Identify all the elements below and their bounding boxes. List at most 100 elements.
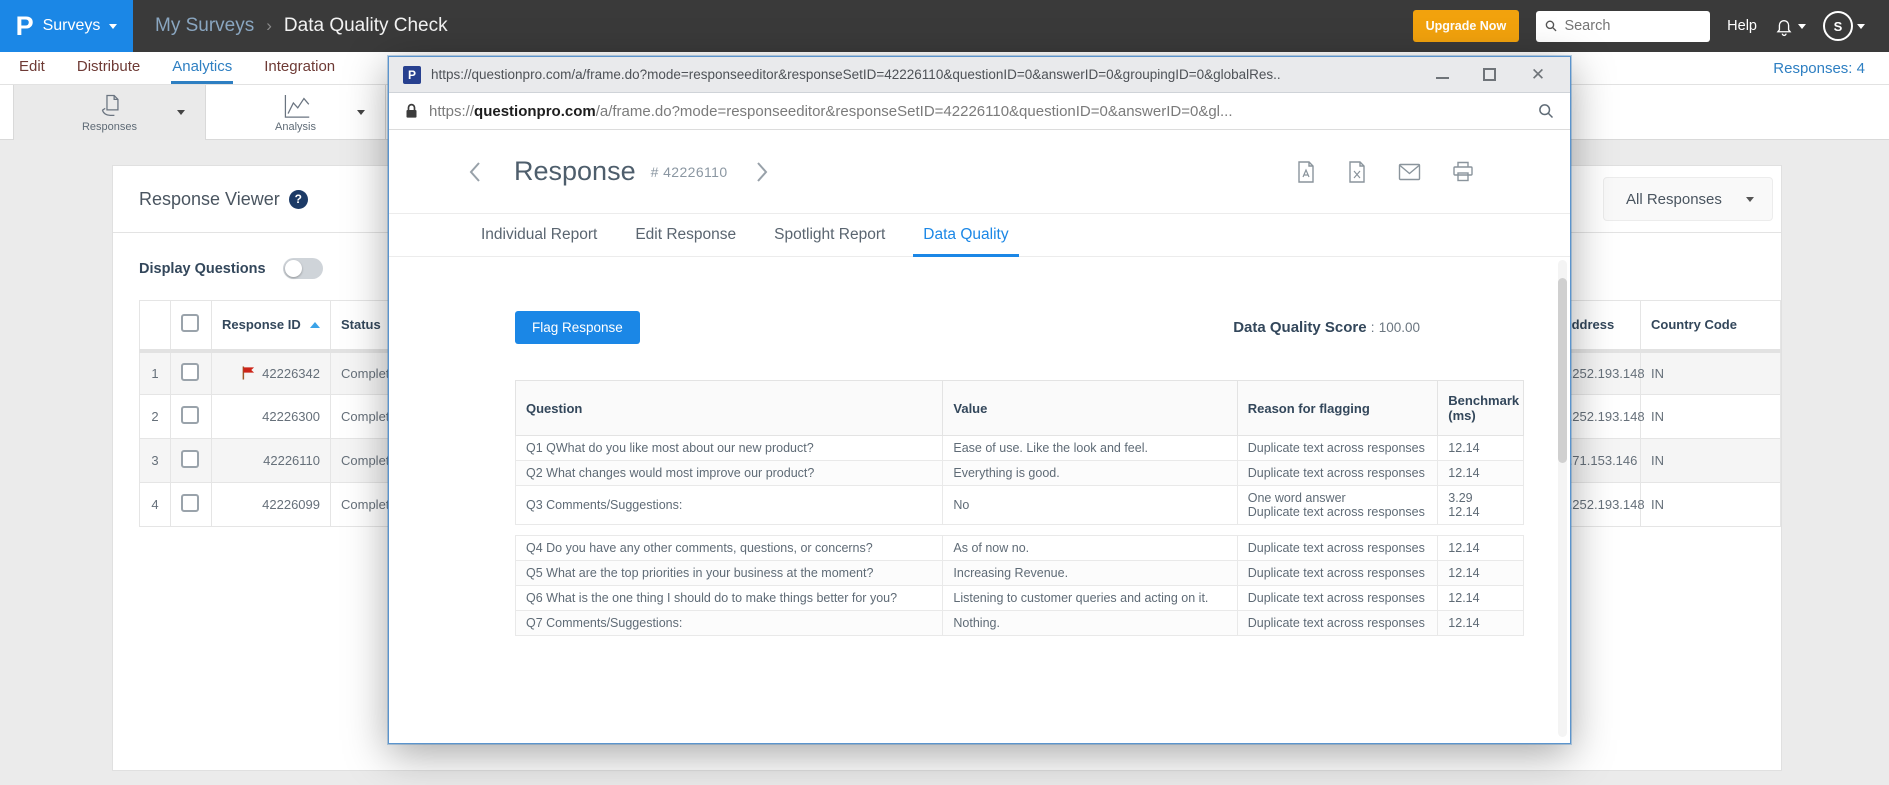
response-id-link[interactable]: 42226099 (212, 483, 331, 527)
display-questions-toggle[interactable] (283, 258, 323, 279)
response-id-link[interactable]: 42226110 (212, 439, 331, 483)
tab-data-quality[interactable]: Data Quality (923, 214, 1008, 256)
quality-row: Q7 Comments/Suggestions:Nothing.Duplicat… (516, 611, 1524, 636)
value-cell: Ease of use. Like the look and feel. (943, 436, 1237, 461)
search-input[interactable] (1564, 18, 1701, 34)
lock-icon (405, 103, 418, 119)
toolbar-item-responses[interactable]: Responses (13, 85, 206, 140)
quality-row: Q4 Do you have any other comments, quest… (516, 536, 1524, 561)
product-label: Surveys (43, 17, 101, 35)
all-responses-dropdown[interactable]: All Responses (1603, 177, 1773, 221)
reason-cell: Duplicate text across responses (1237, 586, 1438, 611)
upgrade-now-button[interactable]: Upgrade Now (1413, 10, 1520, 42)
popup-scrollbar-thumb[interactable] (1558, 278, 1567, 463)
row-number: 3 (140, 439, 171, 483)
sort-asc-icon (310, 322, 320, 328)
quality-row: Q1 QWhat do you like most about our new … (516, 436, 1524, 461)
help-icon[interactable]: ? (289, 190, 308, 209)
account-menu[interactable]: S (1823, 11, 1865, 41)
country-header[interactable]: Country Code (1641, 301, 1781, 351)
close-icon[interactable]: ✕ (1530, 67, 1546, 83)
quality-table-continued: Q4 Do you have any other comments, quest… (515, 535, 1524, 636)
country-cell: IN (1641, 351, 1781, 395)
row-checkbox[interactable] (181, 450, 199, 468)
flag-icon (241, 366, 256, 380)
tab-edit[interactable]: Edit (18, 52, 46, 84)
print-icon (1452, 161, 1474, 182)
country-cell: IN (1641, 483, 1781, 527)
row-number: 4 (140, 483, 171, 527)
address-bar[interactable]: https://questionpro.com/a/frame.do?mode=… (389, 93, 1570, 130)
top-bar: P Surveys My Surveys › Data Quality Chec… (0, 0, 1889, 52)
avatar: S (1823, 11, 1853, 41)
row-checkbox[interactable] (181, 406, 199, 424)
tab-individual-report[interactable]: Individual Report (481, 214, 597, 256)
benchmark-cell: 12.14 (1438, 611, 1524, 636)
question-cell: Q4 Do you have any other comments, quest… (516, 536, 943, 561)
response-id-header[interactable]: Response ID (212, 301, 331, 351)
export-pdf-button[interactable] (1296, 161, 1316, 183)
window-titlebar[interactable]: P https://questionpro.com/a/frame.do?mod… (389, 57, 1570, 93)
reason-cell: Duplicate text across responses (1237, 536, 1438, 561)
product-switcher[interactable]: P Surveys (0, 0, 133, 52)
tab-integration[interactable]: Integration (263, 52, 336, 84)
pdf-icon (1296, 161, 1316, 183)
question-cell: Q6 What is the one thing I should do to … (516, 586, 943, 611)
display-questions-label: Display Questions (139, 261, 266, 277)
popup-scrollbar-track[interactable] (1558, 260, 1567, 737)
row-checkbox[interactable] (181, 363, 199, 381)
checkbox-cell (171, 395, 212, 439)
help-link[interactable]: Help (1727, 18, 1757, 34)
toolbar-item-analysis[interactable]: Analysis (206, 85, 386, 140)
tab-distribute[interactable]: Distribute (76, 52, 141, 84)
chevron-down-icon[interactable] (177, 110, 185, 115)
benchmark-header: Benchmark (ms) (1438, 381, 1524, 436)
export-excel-button[interactable] (1347, 161, 1367, 183)
popup-body: Response # 42226110 (389, 130, 1570, 743)
previous-response-button[interactable] (469, 161, 481, 183)
responses-count: Responses: 4 (1773, 52, 1865, 85)
chevron-down-icon (1798, 24, 1806, 29)
email-button[interactable] (1398, 163, 1421, 181)
tab-edit-response[interactable]: Edit Response (635, 214, 736, 256)
reason-cell: Duplicate text across responses (1237, 561, 1438, 586)
breadcrumb-my-surveys[interactable]: My Surveys (155, 15, 254, 37)
select-all-checkbox[interactable] (181, 314, 199, 332)
tab-analytics[interactable]: Analytics (171, 52, 233, 84)
export-actions (1296, 161, 1474, 183)
quality-row: Q3 Comments/Suggestions:NoOne word answe… (516, 486, 1524, 525)
address-url: https://questionpro.com/a/frame.do?mode=… (429, 103, 1527, 120)
maximize-icon[interactable] (1483, 68, 1496, 81)
response-id-link[interactable]: 42226300 (212, 395, 331, 439)
response-popup-window: P https://questionpro.com/a/frame.do?mod… (388, 56, 1571, 744)
checkbox-cell (171, 351, 212, 395)
value-cell: Listening to customer queries and acting… (943, 586, 1237, 611)
quality-table-group-2: Q4 Do you have any other comments, quest… (516, 536, 1524, 636)
global-search[interactable] (1536, 11, 1710, 42)
toggle-knob (285, 260, 302, 277)
quality-row: Q2 What changes would most improve our p… (516, 461, 1524, 486)
country-cell: IN (1641, 439, 1781, 483)
tab-spotlight-report[interactable]: Spotlight Report (774, 214, 885, 256)
row-number: 2 (140, 395, 171, 439)
minimize-icon[interactable] (1436, 71, 1449, 79)
notifications-button[interactable] (1774, 16, 1806, 37)
print-button[interactable] (1452, 161, 1474, 182)
question-cell: Q1 QWhat do you like most about our new … (516, 436, 943, 461)
questionpro-favicon-icon: P (403, 66, 421, 84)
email-icon (1398, 163, 1421, 181)
chevron-left-icon (469, 161, 481, 183)
benchmark-cell: 12.14 (1438, 436, 1524, 461)
quality-table-group-1: Q1 QWhat do you like most about our new … (516, 436, 1524, 525)
topbar-right-cluster: Upgrade Now Help S (1413, 10, 1889, 42)
all-responses-label: All Responses (1626, 191, 1722, 208)
flag-response-button[interactable]: Flag Response (515, 311, 640, 344)
score-separator: : (1371, 320, 1375, 335)
response-id-link[interactable]: 42226342 (212, 351, 331, 395)
zoom-icon[interactable] (1538, 103, 1554, 119)
chevron-down-icon[interactable] (357, 110, 365, 115)
quality-row: Q6 What is the one thing I should do to … (516, 586, 1524, 611)
next-response-button[interactable] (756, 161, 768, 183)
row-checkbox[interactable] (181, 494, 199, 512)
response-number: # 42226110 (651, 164, 728, 180)
